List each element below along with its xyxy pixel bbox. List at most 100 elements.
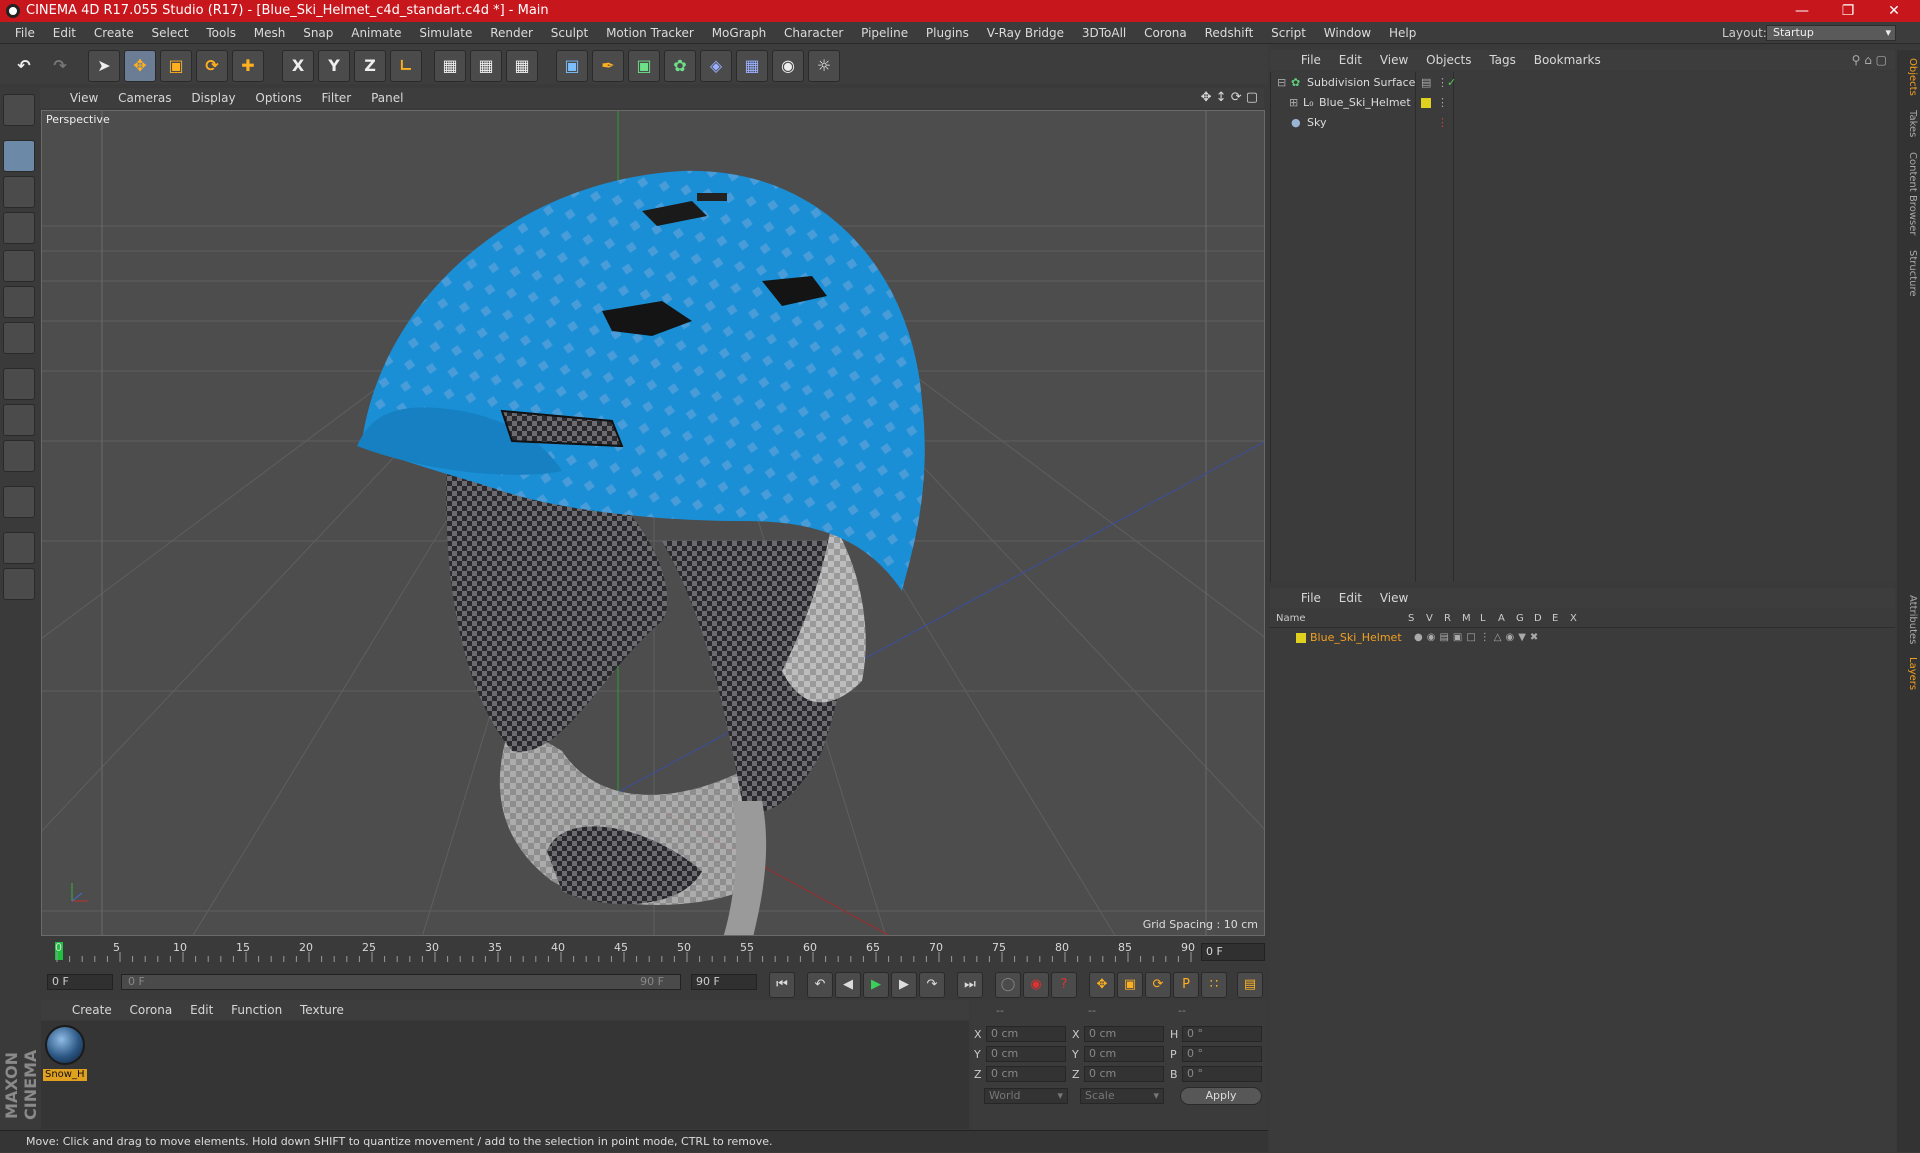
scale-tool-button[interactable]: ▣ xyxy=(160,50,192,82)
visibility-dots-icon[interactable]: ⋮ xyxy=(1437,113,1448,133)
preview-range-slider[interactable]: 0 F 90 F xyxy=(121,974,681,990)
objects-menu-bookmarks[interactable]: Bookmarks xyxy=(1527,50,1608,70)
go-to-start-button[interactable]: ⏮ xyxy=(769,972,795,998)
material-menu-corona[interactable]: Corona xyxy=(123,1000,180,1020)
render-settings-button[interactable]: ▦ xyxy=(506,50,538,82)
enable-axis-button[interactable] xyxy=(3,368,35,400)
menu-snap[interactable]: Snap xyxy=(296,22,340,44)
edges-mode-button[interactable] xyxy=(3,286,35,318)
visibility-dots-icon[interactable]: ⋮ xyxy=(1437,93,1448,113)
next-frame-button[interactable]: ▶ xyxy=(891,972,917,998)
menu-motion-tracker[interactable]: Motion Tracker xyxy=(599,22,701,44)
objects-menu-file[interactable]: File xyxy=(1294,50,1328,70)
workplane-button[interactable] xyxy=(3,212,35,244)
tab-structure[interactable]: Structure xyxy=(1899,246,1918,300)
viewport-nav-icons[interactable]: ✥ ↕ ⟳ ▢ xyxy=(1201,88,1258,108)
menu-plugins[interactable]: Plugins xyxy=(919,22,976,44)
spline-pen-button[interactable]: ✒ xyxy=(592,50,624,82)
z-axis-button[interactable]: Z xyxy=(354,50,386,82)
menu-window[interactable]: Window xyxy=(1317,22,1378,44)
collapse-icon[interactable]: ⊟ xyxy=(1277,73,1286,93)
timeline-ruler[interactable]: 0 5 10 15 20 25 30 35 40 45 50 55 60 65 … xyxy=(41,938,1265,966)
material-menu-function[interactable]: Function xyxy=(224,1000,289,1020)
search-icon[interactable]: ⚲ ⌂ ▢ xyxy=(1852,50,1887,70)
viewport-menu-filter[interactable]: Filter xyxy=(314,88,360,108)
material-menu-texture[interactable]: Texture xyxy=(293,1000,351,1020)
menu-help[interactable]: Help xyxy=(1382,22,1423,44)
workplane-lock-button[interactable] xyxy=(3,532,35,564)
recent-tool-button[interactable]: ✚ xyxy=(232,50,264,82)
tab-attributes[interactable]: Attributes xyxy=(1899,590,1918,650)
previous-key-button[interactable]: ↶ xyxy=(807,972,833,998)
material-menu-edit[interactable]: Edit xyxy=(183,1000,220,1020)
key-position-button[interactable]: ✥ xyxy=(1089,972,1115,998)
tab-content-browser[interactable]: Content Browser xyxy=(1899,146,1918,242)
perspective-viewport[interactable]: Perspective Grid Spacing : 10 cm xyxy=(41,110,1265,936)
menu-3dtoall[interactable]: 3DToAll xyxy=(1075,22,1133,44)
render-picture-viewer-button[interactable]: ▦ xyxy=(470,50,502,82)
previous-frame-button[interactable]: ◀ xyxy=(835,972,861,998)
menu-simulate[interactable]: Simulate xyxy=(412,22,479,44)
mograph-cloner-button[interactable]: ✿ xyxy=(664,50,696,82)
object-row-sky[interactable]: ● Sky ⋮ xyxy=(1275,113,1889,133)
redo-button[interactable]: ↷ xyxy=(44,50,76,82)
model-mode-button[interactable] xyxy=(3,140,35,172)
key-pla-button[interactable]: ∷ xyxy=(1201,972,1227,998)
key-rotation-button[interactable]: ⟳ xyxy=(1145,972,1171,998)
tab-takes[interactable]: Takes xyxy=(1899,106,1918,142)
move-tool-button[interactable]: ✥ xyxy=(124,50,156,82)
menu-mograph[interactable]: MoGraph xyxy=(705,22,774,44)
polygons-mode-button[interactable] xyxy=(3,322,35,354)
rotate-tool-button[interactable]: ⟳ xyxy=(196,50,228,82)
position-x-field[interactable]: 0 cm xyxy=(986,1026,1066,1042)
restore-icon[interactable]: ❐ xyxy=(1826,0,1870,22)
undo-button[interactable]: ↶ xyxy=(8,50,40,82)
size-z-field[interactable]: 0 cm xyxy=(1084,1066,1164,1082)
autokey-button[interactable]: ? xyxy=(1051,972,1077,998)
current-frame-field[interactable]: 0 F xyxy=(1201,943,1265,961)
object-row-subdivision[interactable]: ⊟ ✿ Subdivision Surface ▤ ⋮ ✓ xyxy=(1275,73,1889,93)
menu-corona[interactable]: Corona xyxy=(1137,22,1194,44)
object-row-helmet[interactable]: ⊞ L₀ Blue_Ski_Helmet ⋮ xyxy=(1275,93,1889,113)
checkmark-icon[interactable]: ✓ xyxy=(1447,73,1456,93)
magnet-button[interactable] xyxy=(3,486,35,518)
menu-animate[interactable]: Animate xyxy=(344,22,408,44)
close-icon[interactable]: ✕ xyxy=(1872,0,1916,22)
menu-vray-bridge[interactable]: V-Ray Bridge xyxy=(980,22,1071,44)
next-key-button[interactable]: ↷ xyxy=(919,972,945,998)
key-scale-button[interactable]: ▣ xyxy=(1117,972,1143,998)
menu-character[interactable]: Character xyxy=(777,22,850,44)
rotation-h-field[interactable]: 0 ° xyxy=(1182,1026,1262,1042)
menu-edit[interactable]: Edit xyxy=(46,22,83,44)
expand-icon[interactable]: ⊞ xyxy=(1289,93,1298,113)
viewport-menu-options[interactable]: Options xyxy=(247,88,309,108)
layer-tag-icon[interactable]: ▤ xyxy=(1421,73,1431,93)
objects-menu-view[interactable]: View xyxy=(1373,50,1415,70)
size-x-field[interactable]: 0 cm xyxy=(1084,1026,1164,1042)
menu-render[interactable]: Render xyxy=(483,22,540,44)
objects-menu-tags[interactable]: Tags xyxy=(1482,50,1523,70)
menu-select[interactable]: Select xyxy=(145,22,196,44)
layers-menu-file[interactable]: File xyxy=(1294,588,1328,608)
tab-objects[interactable]: Objects xyxy=(1899,54,1918,100)
workplane-align-button[interactable] xyxy=(3,568,35,600)
menu-sculpt[interactable]: Sculpt xyxy=(544,22,595,44)
menu-file[interactable]: File xyxy=(8,22,42,44)
menu-tools[interactable]: Tools xyxy=(199,22,243,44)
end-frame-field[interactable]: 90 F xyxy=(691,974,757,990)
x-axis-button[interactable]: X xyxy=(282,50,314,82)
play-button[interactable]: ▶ xyxy=(863,972,889,998)
deformer-button[interactable]: ◈ xyxy=(700,50,732,82)
menu-pipeline[interactable]: Pipeline xyxy=(854,22,915,44)
menu-mesh[interactable]: Mesh xyxy=(247,22,293,44)
viewport-menu-cameras[interactable]: Cameras xyxy=(110,88,179,108)
render-view-button[interactable]: ▦ xyxy=(434,50,466,82)
subdivision-button[interactable]: ▣ xyxy=(628,50,660,82)
layer-color-swatch[interactable] xyxy=(1421,98,1431,108)
coord-scale-select[interactable]: Scale ▾ xyxy=(1080,1088,1164,1104)
rotation-p-field[interactable]: 0 ° xyxy=(1182,1046,1262,1062)
minimize-icon[interactable]: — xyxy=(1780,0,1824,22)
viewport-menu-display[interactable]: Display xyxy=(183,88,243,108)
viewport-menu-panel[interactable]: Panel xyxy=(363,88,411,108)
tweak-mode-button[interactable] xyxy=(3,404,35,436)
